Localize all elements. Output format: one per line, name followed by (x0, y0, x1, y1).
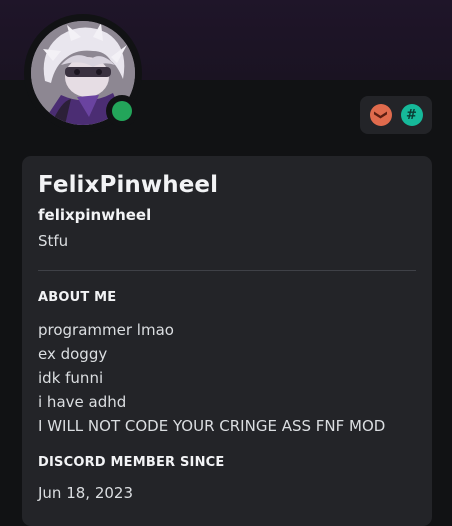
divider (38, 270, 416, 271)
profile-card: FelixPinwheel felixpinwheel Stfu ABOUT M… (22, 156, 432, 526)
about-line: ex doggy (38, 345, 108, 363)
about-line: i have adhd (38, 393, 127, 411)
pronouns: Stfu (38, 232, 69, 250)
avatar-container[interactable] (24, 14, 142, 132)
about-line: I WILL NOT CODE YOUR CRINGE ASS FNF MOD (38, 417, 386, 435)
online-status-dot (112, 101, 132, 121)
username[interactable]: felixpinwheel (38, 206, 151, 224)
about-me-heading: ABOUT ME (38, 290, 117, 305)
display-name[interactable]: FelixPinwheel (38, 172, 218, 198)
hashtag-badge-icon[interactable]: # (400, 104, 423, 126)
about-line: programmer lmao (38, 321, 174, 339)
member-since-date: Jun 18, 2023 (38, 484, 134, 502)
member-since-heading: DISCORD MEMBER SINCE (38, 455, 225, 470)
about-me-text: programmer lmao ex doggy idk funni i hav… (38, 318, 385, 438)
badge-list: ❯ # (360, 96, 432, 134)
status-indicator (106, 95, 138, 127)
hypesquad-badge-icon[interactable]: ❯ (369, 104, 392, 126)
about-line: idk funni (38, 369, 104, 387)
